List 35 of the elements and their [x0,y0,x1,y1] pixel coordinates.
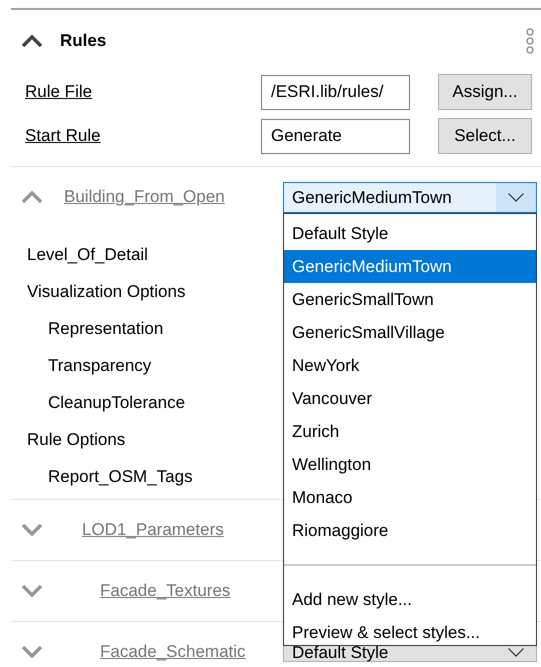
menu-item[interactable]: Add new style... [284,583,536,616]
section-title[interactable]: Building_From_Open [64,187,225,207]
dropdown-option[interactable]: Vancouver [284,382,536,415]
attribute-label: CleanupTolerance [48,392,186,412]
text-field[interactable]: Generate [261,118,410,154]
text-field[interactable]: /ESRI.lib/rules/ [261,74,410,110]
action-button[interactable]: Select... [438,118,532,154]
section-title[interactable]: LOD1_Parameters [82,520,224,540]
dropdown-option[interactable]: GenericMediumTown [284,250,536,283]
attribute-label: Report_OSM_Tags [48,466,193,486]
attribute-label: Rule Options [27,430,126,450]
dropdown-option[interactable]: Riomaggiore [284,514,536,547]
attribute-label: Representation [48,318,164,338]
attribute-label: Visualization Options [27,282,186,302]
dropdown-option[interactable]: GenericSmallVillage [284,316,536,349]
collapse-icon[interactable] [22,35,42,47]
dropdown-option[interactable]: Zurich [284,415,536,448]
dropdown-option[interactable]: NewYork [284,349,536,382]
dropdown-option[interactable]: GenericSmallTown [284,283,536,316]
expand-icon[interactable] [22,585,42,597]
more-options-icon[interactable] [525,28,535,54]
section-title: Rules [60,31,108,51]
expand-icon[interactable] [22,646,42,658]
expand-icon[interactable] [22,524,42,536]
section-title[interactable]: Facade_Schematic [100,642,246,662]
dropdown-option[interactable]: Wellington [284,448,536,481]
section-title[interactable]: Facade_Textures [100,581,230,601]
style-dropdown[interactable]: GenericMediumTown [283,182,537,213]
attribute-label: Transparency [48,356,152,376]
action-button[interactable]: Assign... [438,74,532,110]
dropdown-option[interactable]: Monaco [284,481,536,514]
field-label[interactable]: Start Rule [25,126,261,146]
field-label[interactable]: Rule File [25,82,261,102]
attribute-label: Level_Of_Detail [27,244,148,264]
dropdown-option[interactable]: Default Style [284,217,536,250]
